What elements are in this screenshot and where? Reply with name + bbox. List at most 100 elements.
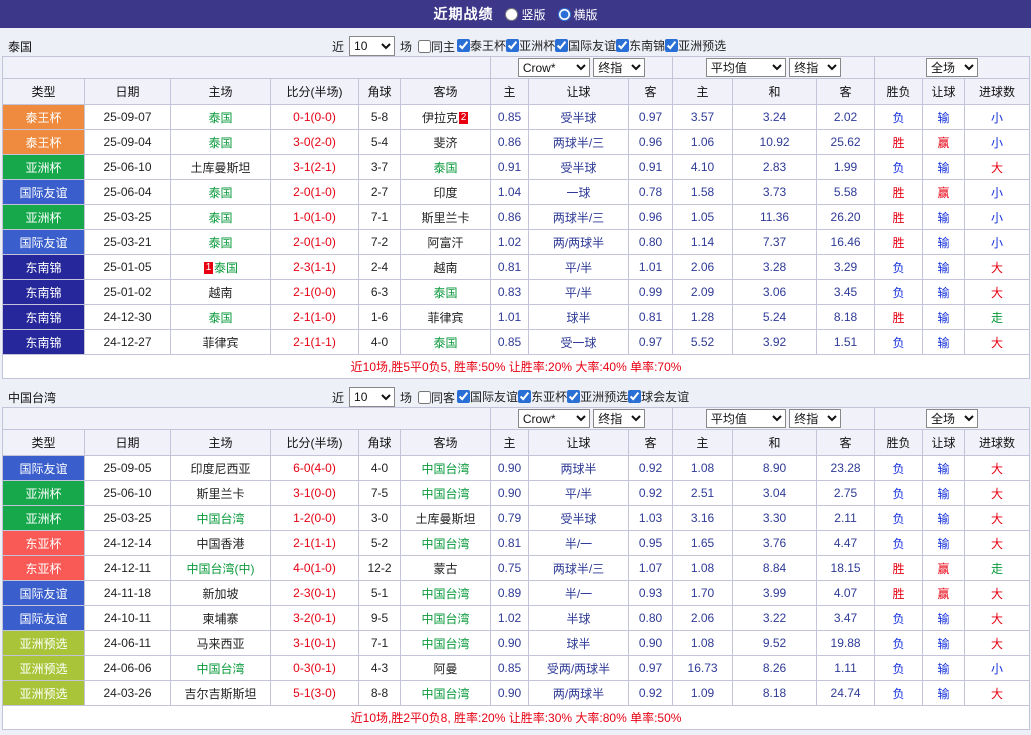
avg-home: 3.57 (672, 104, 734, 130)
competition-label: 亚洲预选 (580, 390, 629, 404)
odds-home: 1.01 (490, 304, 529, 330)
home-team: 泰国 (170, 179, 271, 205)
away-team: 中国台湾 (400, 680, 491, 706)
competition-checkbox[interactable] (457, 390, 471, 403)
same-venue-checkbox[interactable] (418, 39, 432, 53)
avg-home: 1.65 (672, 530, 734, 556)
team-label: 阿富汗 (427, 235, 464, 250)
vertical-layout-radio[interactable] (505, 7, 519, 21)
competition-checkbox[interactable] (506, 39, 520, 52)
match-type-badge: 国际友谊 (2, 229, 85, 255)
match-date: 25-06-10 (84, 480, 171, 506)
competition-filter[interactable]: 国际友谊 (555, 37, 616, 54)
red-number-badge: 1 (203, 261, 213, 274)
avg-home: 1.28 (672, 304, 734, 330)
match-row: 国际友谊 25-09-05 印度尼西亚 6-0(4-0) 4-0 中国台湾 0.90 两球半 0… (2, 455, 1031, 481)
match-type-badge: 国际友谊 (2, 455, 85, 481)
avg-home: 1.08 (672, 455, 734, 481)
result-outcome: 胜 (874, 555, 924, 581)
average-final-select[interactable]: 终指 (789, 58, 842, 77)
avg-home: 1.05 (672, 204, 734, 230)
column-header: 客场 (400, 78, 491, 105)
result-outcome: 胜 (874, 229, 924, 255)
summary-row: 近10场,胜5平0负5, 胜率:50% 让胜率:20% 大率:40% 单率:70… (1, 354, 1031, 379)
layout-option-horizontal[interactable]: 横版 (557, 6, 598, 23)
away-team: 菲律宾 (400, 304, 491, 330)
result-outcome: 负 (874, 455, 924, 481)
column-header: 胜负 (874, 429, 924, 456)
competition-checkbox[interactable] (665, 39, 679, 52)
average-select[interactable]: 平均值 (705, 58, 786, 77)
handicap: 半/一 (528, 530, 629, 556)
competition-filter[interactable]: 亚洲预选 (567, 388, 628, 405)
avg-away: 26.20 (816, 204, 876, 230)
layout-option-vertical[interactable]: 竖版 (505, 6, 546, 23)
team-label: 泰国 (208, 210, 233, 225)
avg-home: 1.58 (672, 179, 734, 205)
same-venue-checkbox[interactable] (418, 390, 432, 404)
competition-checkbox[interactable] (616, 39, 630, 52)
competition-checkbox[interactable] (518, 390, 532, 403)
column-header: 日期 (84, 78, 171, 105)
competition-label: 泰王杯 (470, 39, 507, 53)
match-row: 东南锦 24-12-27 菲律宾 2-1(1-1) 4-0 泰国 0.85 受一球 0.97 5.… (2, 329, 1031, 355)
horizontal-layout-radio[interactable] (557, 7, 571, 21)
competition-checkbox[interactable] (567, 390, 581, 403)
away-team: 土库曼斯坦 (400, 505, 491, 531)
away-team: 泰国 (400, 154, 491, 180)
odds-home: 0.85 (490, 655, 529, 681)
team-label: 印度 (433, 185, 458, 200)
fulltime-select[interactable]: 全场 (926, 409, 979, 428)
home-team: 泰国 (170, 229, 271, 255)
competition-filter[interactable]: 球会友谊 (628, 388, 689, 405)
result-goals: 大 (964, 505, 1031, 531)
competition-filter[interactable]: 东亚杯 (518, 388, 567, 405)
team-label: 中国台湾 (421, 461, 470, 476)
odds-company-select[interactable]: Crow* (517, 58, 590, 77)
column-header: 和 (732, 429, 818, 456)
avg-away: 25.62 (816, 129, 876, 155)
team-label: 印度尼西亚 (190, 461, 251, 476)
result-outcome: 负 (874, 655, 924, 681)
competition-filter[interactable]: 亚洲杯 (506, 37, 555, 54)
match-row: 国际友谊 24-10-11 柬埔寨 3-2(0-1) 9-5 中国台湾 1.02 半球 0.80… (2, 605, 1031, 631)
home-team: 菲律宾 (170, 329, 271, 355)
odds-final-select[interactable]: 终指 (593, 409, 646, 428)
competition-checkbox[interactable] (457, 39, 471, 52)
competition-filter[interactable]: 东南锦 (616, 37, 665, 54)
home-team: 吉尔吉斯斯坦 (170, 680, 271, 706)
odds-source-header: Crow* 终指 (489, 56, 674, 79)
competition-filter[interactable]: 亚洲预选 (665, 37, 726, 54)
odds-home: 0.86 (490, 129, 529, 155)
competition-checkbox[interactable] (555, 39, 569, 52)
handicap: 两球半 (528, 455, 629, 481)
match-count-select[interactable]: 10 (349, 387, 396, 407)
score: 2-3(0-1) (270, 580, 359, 606)
result-outcome: 负 (874, 329, 924, 355)
same-venue-filter[interactable]: 同主 (418, 38, 455, 55)
match-count-select[interactable]: 10 (349, 36, 396, 56)
competition-checkbox[interactable] (628, 390, 642, 403)
handicap: 半/一 (528, 580, 629, 606)
corners: 3-0 (358, 505, 401, 531)
odds-company-select[interactable]: Crow* (517, 409, 590, 428)
competition-filter[interactable]: 泰王杯 (457, 37, 506, 54)
team-label: 泰国 (208, 310, 233, 325)
odds-final-select[interactable]: 终指 (593, 58, 646, 77)
corners: 1-6 (358, 304, 401, 330)
avg-away: 3.29 (816, 254, 876, 280)
average-select[interactable]: 平均值 (705, 409, 786, 428)
team-label: 中国台湾 (421, 536, 470, 551)
score: 1-2(0-0) (270, 505, 359, 531)
match-type-badge: 亚洲杯 (2, 204, 85, 230)
average-header: 平均值 终指 (672, 407, 876, 430)
odds-home: 0.85 (490, 329, 529, 355)
result-outcome: 负 (874, 154, 924, 180)
match-row: 亚洲杯 25-06-10 斯里兰卡 3-1(0-0) 7-5 中国台湾 0.90 平/半 0.9… (2, 480, 1031, 506)
competition-filter[interactable]: 国际友谊 (457, 388, 518, 405)
average-final-select[interactable]: 终指 (789, 409, 842, 428)
same-venue-filter[interactable]: 同客 (418, 389, 455, 406)
column-header: 主 (490, 78, 529, 105)
odds-home: 0.79 (490, 505, 529, 531)
fulltime-select[interactable]: 全场 (926, 58, 979, 77)
